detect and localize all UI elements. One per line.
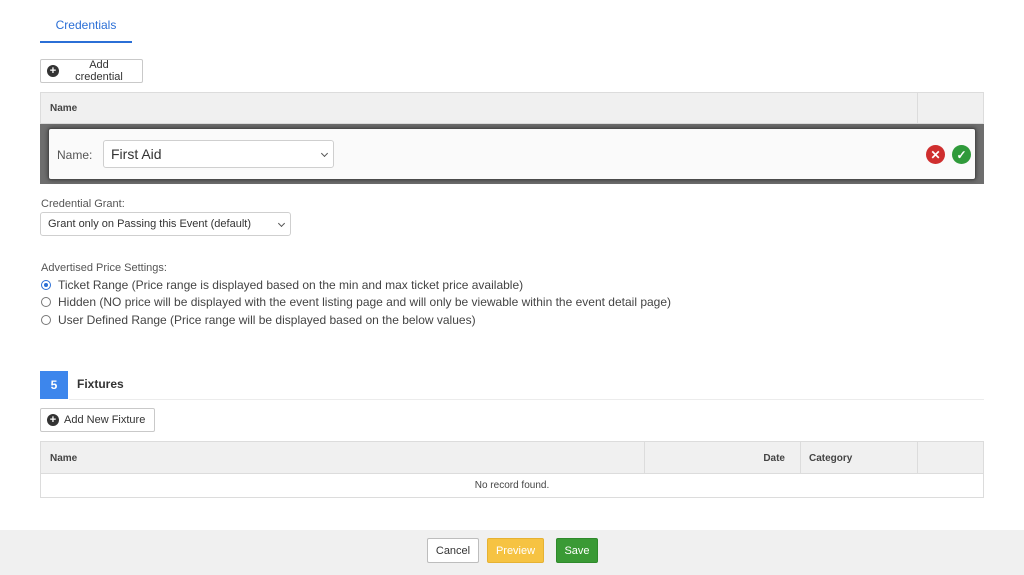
column-header-actions <box>917 93 983 123</box>
cancel-edit-icon[interactable]: ✕ <box>926 145 945 164</box>
add-fixture-button[interactable]: + Add New Fixture <box>40 408 155 432</box>
chevron-down-icon <box>320 149 329 158</box>
column-header-name: Name <box>50 453 78 464</box>
price-option-hidden[interactable]: Hidden (NO price will be displayed with … <box>41 295 671 309</box>
save-button[interactable]: Save <box>556 538 598 563</box>
radio-button[interactable] <box>41 315 51 325</box>
credential-grant-select[interactable]: Grant only on Passing this Event (defaul… <box>40 212 291 236</box>
price-settings-label: Advertised Price Settings: <box>41 262 167 274</box>
credential-name-value: First Aid <box>111 146 162 162</box>
credential-edit-frame: Name: First Aid ✕ ✓ <box>40 124 984 184</box>
fixtures-section-title: Fixtures <box>77 377 124 391</box>
preview-button[interactable]: Preview <box>487 538 544 563</box>
credential-name-select[interactable]: First Aid <box>103 140 334 168</box>
price-option-label: Ticket Range (Price range is displayed b… <box>58 278 524 292</box>
credential-grant-label: Credential Grant: <box>41 198 125 210</box>
section-divider <box>69 399 984 400</box>
credentials-table-header: Name <box>40 92 984 124</box>
add-credential-button[interactable]: + Add credential <box>40 59 143 83</box>
price-option-user-defined[interactable]: User Defined Range (Price range will be … <box>41 313 476 327</box>
column-header-name: Name <box>50 103 78 114</box>
radio-button-checked[interactable] <box>41 280 51 290</box>
plus-circle-icon: + <box>47 414 59 426</box>
column-header-category[interactable]: Category <box>800 442 917 473</box>
price-option-ticket-range[interactable]: Ticket Range (Price range is displayed b… <box>41 278 523 292</box>
add-credential-label: Add credential <box>75 59 123 83</box>
step-number-badge: 5 <box>40 371 68 399</box>
column-header-actions <box>917 442 984 473</box>
credential-grant-value: Grant only on Passing this Event (defaul… <box>48 218 251 230</box>
empty-table-message: No record found. <box>40 474 984 498</box>
fixtures-table-header: Name Date Category <box>40 441 984 474</box>
tab-credentials[interactable]: Credentials <box>40 12 132 43</box>
chevron-down-icon <box>277 219 286 228</box>
add-fixture-label: Add New Fixture <box>64 414 146 426</box>
price-option-label: User Defined Range (Price range will be … <box>58 313 476 327</box>
confirm-edit-icon[interactable]: ✓ <box>952 145 971 164</box>
price-option-label: Hidden (NO price will be displayed with … <box>58 295 672 309</box>
column-header-date[interactable]: Date <box>644 442 800 473</box>
credential-name-label: Name: <box>57 148 93 162</box>
plus-circle-icon: + <box>47 65 59 77</box>
cancel-button[interactable]: Cancel <box>427 538 479 563</box>
credential-edit-row: Name: First Aid ✕ ✓ <box>48 128 976 180</box>
radio-button[interactable] <box>41 297 51 307</box>
